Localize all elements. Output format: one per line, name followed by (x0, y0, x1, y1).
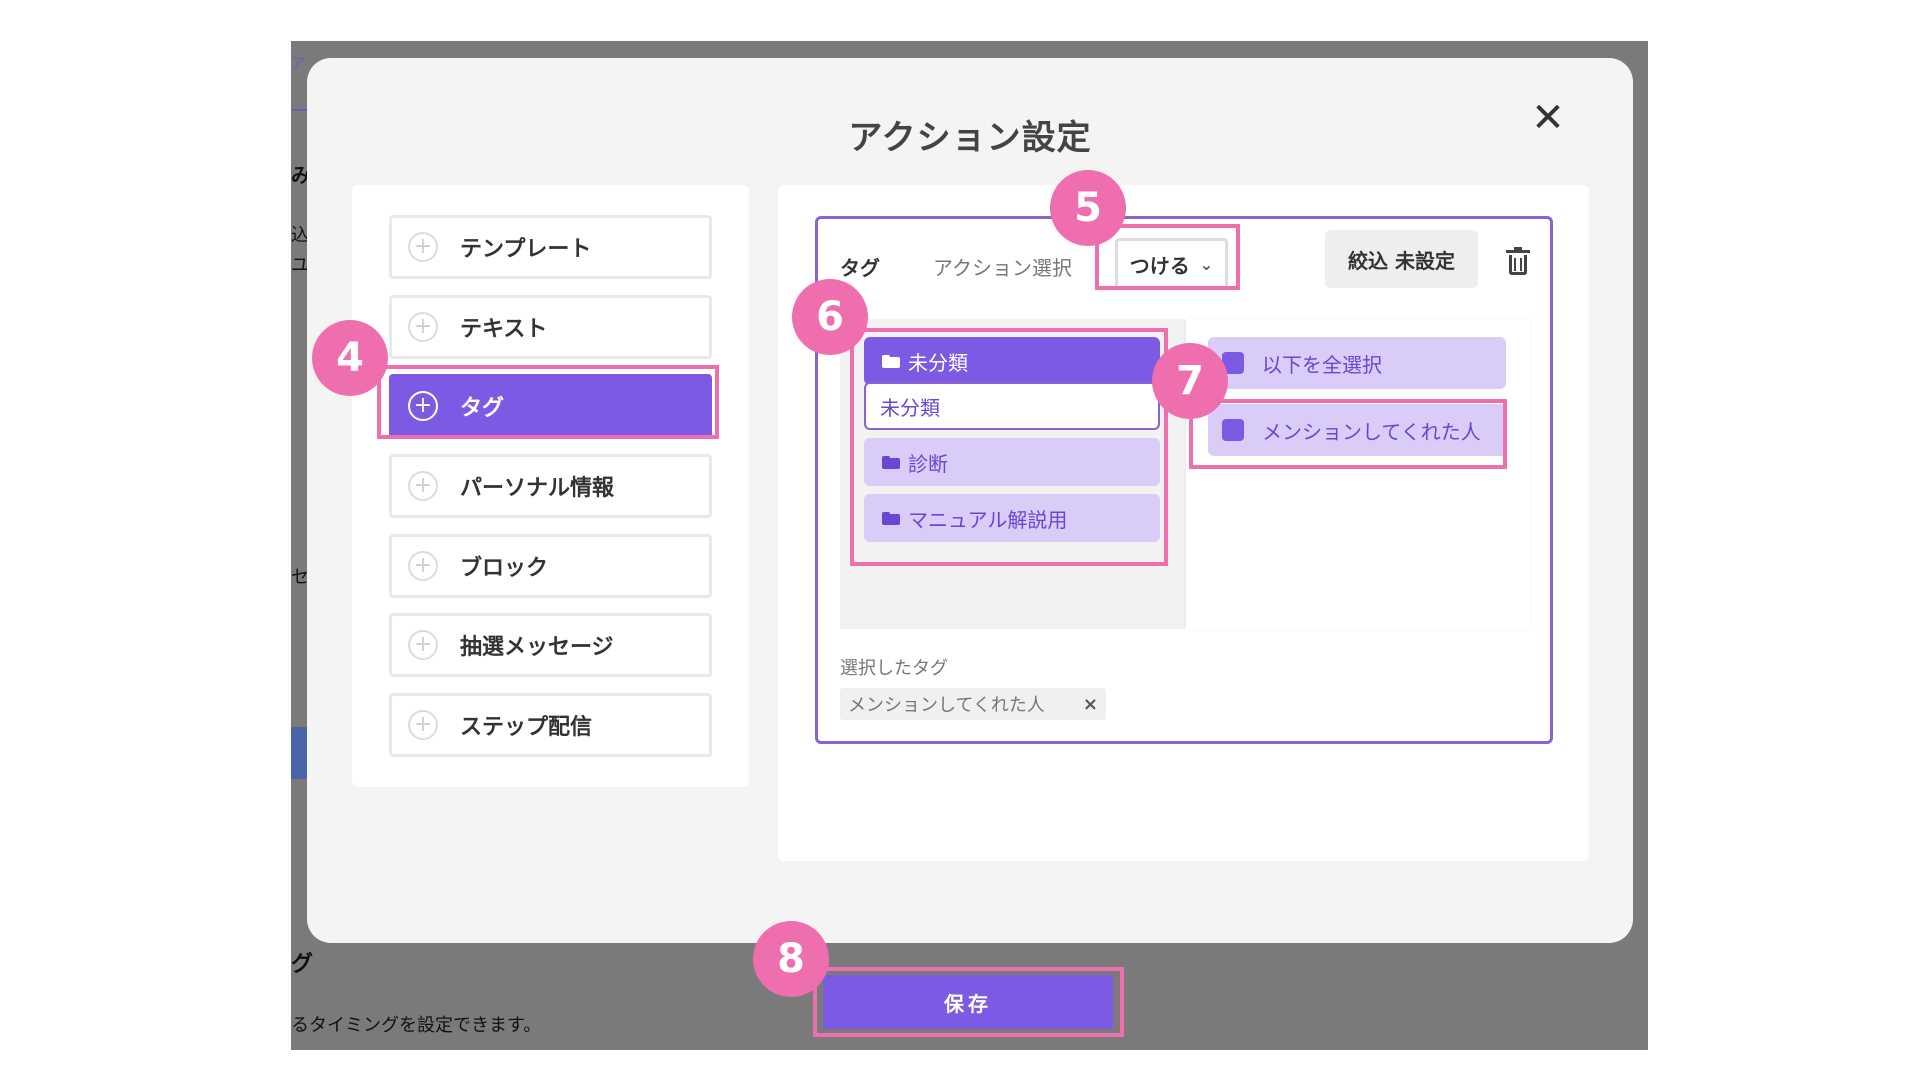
plus-circle-icon: + (408, 312, 438, 342)
action-item-label: ブロック (460, 556, 549, 581)
folder-open-icon (882, 354, 900, 368)
action-item-template[interactable]: + テンプレート (389, 215, 712, 279)
step-badge: 6 (792, 279, 868, 355)
action-item-text[interactable]: + テキスト (389, 295, 712, 359)
save-highlight: 保存 (813, 967, 1124, 1037)
step-badge: 7 (1152, 343, 1228, 419)
action-item-label: ステップ配信 (460, 715, 593, 740)
category-column: 未分類 未分類 診断 マニュアル解説用 (840, 319, 1186, 629)
bg-fragment: ア (291, 56, 305, 72)
action-select-value: つける (1129, 253, 1190, 278)
bg-blue-button (291, 727, 307, 779)
category-label: 未分類 (880, 395, 940, 420)
tag-label: タグ (840, 256, 880, 280)
action-item-label: テンプレート (460, 237, 592, 262)
category-label: マニュアル解説用 (908, 507, 1068, 532)
tag-item[interactable]: メンションしてくれた人 (1208, 404, 1506, 456)
step-badge: 5 (1050, 170, 1126, 246)
modal-title: アクション設定 (848, 118, 1092, 158)
plus-circle-icon: + (408, 471, 438, 501)
action-item-tag[interactable]: + タグ (389, 374, 712, 438)
category-item[interactable]: 未分類 (864, 337, 1160, 385)
category-label: 未分類 (908, 350, 968, 375)
selected-tags-label: 選択したタグ (840, 658, 948, 679)
trash-icon[interactable] (1506, 247, 1530, 275)
action-item-label: パーソナル情報 (460, 476, 615, 501)
category-item[interactable]: マニュアル解説用 (864, 494, 1160, 542)
action-item-label: テキスト (460, 317, 548, 342)
category-item[interactable]: 未分類 (864, 382, 1160, 430)
filter-button[interactable]: 絞込 未設定 (1325, 230, 1478, 288)
chevron-down-icon: ⌄ (1199, 254, 1214, 274)
selected-tag-label: メンションしてくれた人 (848, 695, 1045, 716)
action-item-step-delivery[interactable]: + ステップ配信 (389, 693, 712, 757)
tag-item-label: メンションしてくれた人 (1262, 419, 1481, 444)
plus-circle-icon: + (408, 551, 438, 581)
action-item-label: 抽選メッセージ (460, 635, 614, 660)
checkbox-icon (1222, 419, 1244, 441)
step-badge: 4 (312, 320, 388, 396)
step-badge: 8 (753, 921, 829, 997)
action-item-block[interactable]: + ブロック (389, 534, 712, 598)
bg-fragment: るタイミングを設定できます。 (291, 1015, 542, 1036)
action-item-personal-info[interactable]: + パーソナル情報 (389, 454, 712, 518)
select-all-item[interactable]: 以下を全選択 (1208, 337, 1506, 389)
plus-circle-icon: + (408, 630, 438, 660)
category-item[interactable]: 診断 (864, 438, 1160, 486)
plus-circle-icon: + (408, 391, 438, 421)
tag-item-column: 以下を全選択 メンションしてくれた人 (1186, 319, 1530, 629)
stage: ア み 込 ユ セ グ るタイミングを設定できます。 アクション設定 ✕ + テ… (0, 0, 1920, 1080)
action-item-label: タグ (460, 396, 505, 421)
category-label: 診断 (908, 451, 948, 476)
save-button[interactable]: 保存 (823, 975, 1113, 1029)
selected-tag-chip: メンションしてくれた人 × (840, 688, 1106, 720)
bg-underline (291, 109, 307, 111)
action-select-dropdown[interactable]: つける ⌄ (1115, 238, 1228, 290)
plus-circle-icon: + (408, 232, 438, 262)
plus-circle-icon: + (408, 710, 438, 740)
action-type-list: + テンプレート + テキスト + タグ + パーソナル情報 + ブロック + … (352, 185, 749, 787)
close-icon[interactable]: ✕ (1528, 98, 1568, 138)
action-item-lottery-message[interactable]: + 抽選メッセージ (389, 613, 712, 677)
remove-tag-icon[interactable]: × (1083, 694, 1098, 715)
action-settings-modal: アクション設定 ✕ + テンプレート + テキスト + タグ + パーソナル情報… (307, 58, 1633, 943)
folder-icon (882, 511, 900, 525)
action-select-label: アクション選択 (933, 256, 1072, 280)
folder-icon (882, 455, 900, 469)
action-detail-panel: タグ アクション選択 つける ⌄ 絞込 未設定 未分類 未分類 診断 マニュアル… (778, 185, 1589, 861)
bg-fragment: グ (291, 952, 314, 977)
tag-action-card: タグ アクション選択 つける ⌄ 絞込 未設定 未分類 未分類 診断 マニュアル… (815, 216, 1553, 744)
tag-item-label: 以下を全選択 (1262, 352, 1382, 377)
